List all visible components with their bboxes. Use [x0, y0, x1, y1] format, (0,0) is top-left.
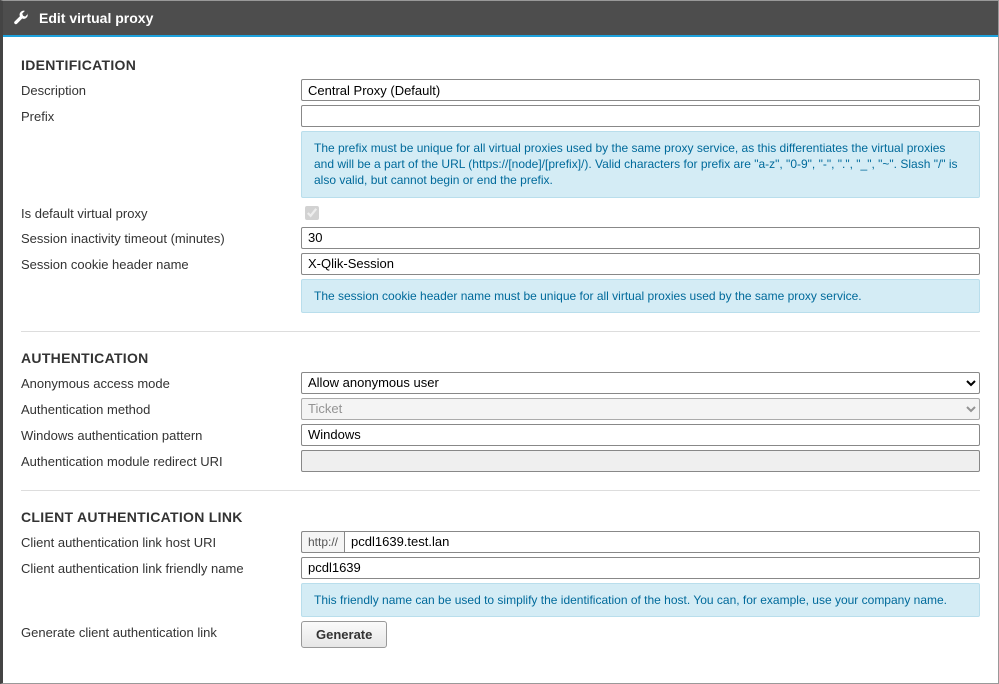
- identification-section-title: IDENTIFICATION: [21, 57, 980, 73]
- is-default-checkbox: [305, 206, 319, 220]
- titlebar: Edit virtual proxy: [3, 1, 998, 37]
- host-uri-prefix: http://: [301, 531, 344, 553]
- description-input[interactable]: [301, 79, 980, 101]
- host-uri-input[interactable]: [344, 531, 980, 553]
- friendly-name-help-text: This friendly name can be used to simpli…: [301, 583, 980, 617]
- generate-button[interactable]: Generate: [301, 621, 387, 648]
- redirect-label: Authentication module redirect URI: [21, 450, 301, 469]
- authentication-section-title: AUTHENTICATION: [21, 350, 980, 366]
- generate-label: Generate client authentication link: [21, 621, 301, 640]
- host-uri-label: Client authentication link host URI: [21, 531, 301, 550]
- description-label: Description: [21, 79, 301, 98]
- window-title: Edit virtual proxy: [39, 10, 153, 26]
- divider: [21, 331, 980, 332]
- friendly-name-input[interactable]: [301, 557, 980, 579]
- content-area: IDENTIFICATION Description Prefix The pr…: [3, 37, 998, 683]
- auth-method-select: Ticket: [301, 398, 980, 420]
- cookie-help-text: The session cookie header name must be u…: [301, 279, 980, 313]
- cookie-label: Session cookie header name: [21, 253, 301, 272]
- prefix-input[interactable]: [301, 105, 980, 127]
- edit-virtual-proxy-window: Edit virtual proxy IDENTIFICATION Descri…: [0, 0, 999, 684]
- auth-method-label: Authentication method: [21, 398, 301, 417]
- inactivity-label: Session inactivity timeout (minutes): [21, 227, 301, 246]
- anon-select[interactable]: Allow anonymous user: [301, 372, 980, 394]
- redirect-input: [301, 450, 980, 472]
- divider: [21, 490, 980, 491]
- winpattern-label: Windows authentication pattern: [21, 424, 301, 443]
- prefix-label: Prefix: [21, 105, 301, 124]
- cookie-input[interactable]: [301, 253, 980, 275]
- friendly-name-label: Client authentication link friendly name: [21, 557, 301, 576]
- winpattern-input[interactable]: [301, 424, 980, 446]
- client-auth-section-title: CLIENT AUTHENTICATION LINK: [21, 509, 980, 525]
- prefix-help-text: The prefix must be unique for all virtua…: [301, 131, 980, 198]
- anon-label: Anonymous access mode: [21, 372, 301, 391]
- inactivity-input[interactable]: [301, 227, 980, 249]
- wrench-icon: [13, 10, 29, 26]
- is-default-label: Is default virtual proxy: [21, 202, 301, 221]
